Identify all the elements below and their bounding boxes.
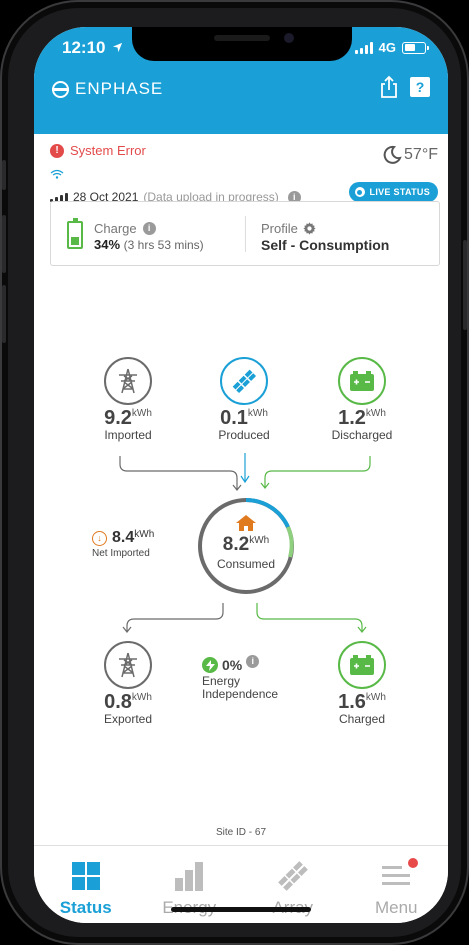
discharged-node[interactable]: 1.2kWh Discharged [312, 357, 412, 442]
tab-status-label: Status [59, 898, 112, 917]
menu-icon [345, 858, 449, 894]
charged-flow-line [256, 603, 363, 631]
home-indicator [171, 907, 311, 912]
discharged-label: Discharged [331, 428, 393, 442]
power-button [463, 240, 467, 330]
exported-value: 0.8kWh [104, 691, 152, 713]
tab-menu[interactable]: Menu [345, 846, 449, 923]
consumed-value: 8.2kWh [222, 534, 270, 555]
transmission-tower-icon [104, 641, 152, 689]
volume-down-button [2, 285, 6, 343]
solar-array-icon [241, 858, 345, 894]
produced-label: Produced [218, 428, 270, 442]
transmission-tower-icon [104, 357, 152, 405]
download-arrow-icon: ↓ [92, 530, 107, 546]
grid-icon [34, 858, 138, 894]
volume-up-button [2, 215, 6, 273]
exported-flow-line [126, 603, 224, 631]
produced-value: 0.1kWh [220, 407, 268, 429]
energy-independence-label-line2: Independence [202, 687, 279, 701]
exported-node[interactable]: 0.8kWh Exported [78, 641, 178, 726]
charged-label: Charged [338, 712, 386, 726]
charged-value: 1.6kWh [338, 691, 386, 713]
home-icon [236, 515, 256, 531]
bar-chart-icon [138, 858, 242, 894]
tab-menu-label: Menu [374, 898, 418, 917]
discharged-value: 1.2kWh [338, 407, 386, 429]
tab-status[interactable]: Status [34, 846, 138, 923]
exported-label: Exported [103, 712, 153, 726]
consumed-node[interactable]: 8.2kWh Consumed [198, 497, 294, 593]
net-imported-label: Net Imported [92, 548, 150, 559]
solar-panel-icon [220, 357, 268, 405]
discharged-flow-line [264, 456, 371, 488]
imported-label: Imported [104, 428, 152, 442]
battery-charge-flow-icon [338, 641, 386, 689]
produced-node[interactable]: 0.1kWh Produced [194, 357, 294, 442]
net-imported-value: 8.4 [112, 529, 135, 546]
lightning-bolt-icon [202, 657, 218, 673]
charged-node[interactable]: 1.6kWh Charged [312, 641, 412, 726]
consumed-label: Consumed [216, 557, 276, 571]
energy-independence-value: 0% [222, 657, 243, 673]
imported-value: 9.2kWh [104, 407, 152, 429]
imported-flow-line [119, 456, 238, 489]
battery-discharge-icon [338, 357, 386, 405]
app-screen: 12:10 4G ENPHASE ? ! System Error 57°F 2… [34, 27, 448, 923]
energy-flow-lines [119, 453, 371, 633]
energy-independence-info-icon[interactable]: i [246, 654, 260, 668]
net-imported[interactable]: ↓ 8.4kWh Net Imported [92, 529, 154, 559]
silent-switch [2, 160, 6, 190]
notification-badge [406, 856, 420, 870]
imported-node[interactable]: 9.2kWh Imported [78, 357, 178, 442]
site-id: Site ID - 67 [215, 827, 267, 838]
energy-independence[interactable]: 0% i Energy Independence [202, 654, 279, 701]
